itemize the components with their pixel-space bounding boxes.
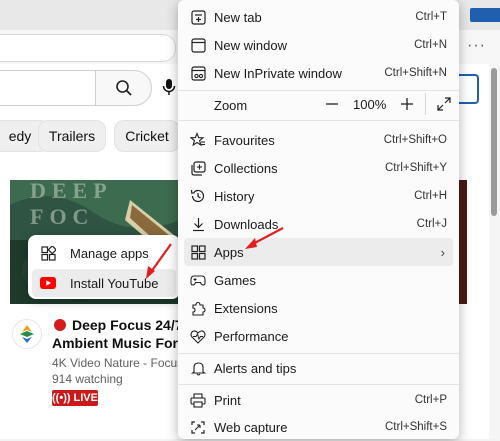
print-icon (188, 390, 208, 410)
menu-item-extensions[interactable]: Extensions (184, 294, 453, 322)
zoom-label: Zoom (214, 97, 248, 113)
menu-item-performance[interactable]: Performance (184, 322, 453, 350)
browser-settings-menu: New tab Ctrl+T New window Ctrl+N New InP… (178, 0, 459, 439)
zoom-out-button[interactable] (322, 94, 342, 114)
menu-item-shortcut: Ctrl+Shift+S (385, 421, 447, 433)
microphone-icon[interactable] (160, 78, 178, 96)
apps-icon (188, 242, 208, 262)
menu-item-label: Performance (214, 328, 289, 344)
tab-strip-accent (470, 8, 500, 22)
plus-icon (401, 98, 413, 110)
zoom-in-button[interactable] (397, 94, 417, 114)
page-scrollbar[interactable] (489, 64, 500, 439)
youtube-icon (38, 277, 58, 289)
zoom-level: 100% (353, 97, 387, 112)
youtube-create-button[interactable] (457, 74, 479, 104)
menu-item-new-inprivate-window[interactable]: New InPrivate window Ctrl+Shift+N (184, 59, 453, 87)
video-title[interactable]: Deep Focus 24/7 - (72, 316, 191, 334)
menu-item-label: Apps (214, 244, 244, 260)
search-icon (115, 80, 132, 96)
menu-divider (178, 120, 459, 121)
filter-chips: edy Trailers Cricket (0, 120, 180, 152)
menu-item-label: Downloads (214, 216, 279, 232)
youtube-search-button[interactable] (95, 70, 152, 106)
menu-item-label: Alerts and tips (214, 360, 297, 376)
menu-item-shortcut: Ctrl+Shift+O (383, 134, 447, 146)
scrollbar-thumb[interactable] (491, 68, 497, 216)
games-icon (188, 270, 208, 290)
menu-item-label: Print (214, 392, 241, 408)
menu-item-label: Favourites (214, 132, 275, 148)
menu-item-label: New tab (214, 9, 262, 25)
manage-apps-label: Manage apps (70, 245, 149, 261)
menu-item-shortcut: Ctrl+Shift+N (384, 67, 447, 79)
performance-icon (188, 326, 208, 346)
collections-icon (188, 158, 208, 178)
menu-item-label: History (214, 188, 255, 204)
chip-cricket[interactable]: Cricket (114, 120, 180, 152)
browser-more-button[interactable]: ··· (467, 37, 486, 55)
menu-item-label: Web capture (214, 419, 288, 435)
menu-item-web-capture[interactable]: Web capture Ctrl+Shift+S (184, 413, 453, 441)
live-badge: ((•)) LIVE (52, 390, 98, 406)
menu-item-alerts-and-tips[interactable]: Alerts and tips (184, 354, 453, 382)
live-indicator-icon (54, 319, 66, 331)
star-icon (188, 130, 208, 150)
broadcast-icon: ((•)) (52, 392, 71, 404)
menu-item-shortcut: Ctrl+N (414, 39, 447, 51)
channel-avatar[interactable] (12, 319, 42, 349)
menu-item-shortcut: Ctrl+Shift+Y (385, 162, 447, 174)
zoom-divider (425, 93, 426, 115)
manage-apps-item[interactable]: Manage apps (32, 239, 176, 267)
menu-item-new-tab[interactable]: New tab Ctrl+T (184, 3, 453, 31)
menu-item-apps[interactable]: Apps › (184, 238, 453, 266)
apps-grid-icon (38, 245, 58, 261)
menu-item-shortcut: Ctrl+H (414, 190, 447, 202)
extensions-icon (188, 298, 208, 318)
menu-item-label: Collections (214, 160, 278, 176)
fullscreen-icon (437, 97, 451, 111)
menu-divider (178, 384, 459, 385)
minus-icon (326, 103, 338, 105)
fullscreen-button[interactable] (434, 94, 454, 114)
address-bar[interactable] (0, 34, 176, 62)
web-capture-icon (188, 417, 208, 437)
menu-item-shortcut: Ctrl+J (416, 218, 447, 230)
new-window-icon (188, 35, 208, 55)
menu-item-print[interactable]: Print Ctrl+P (184, 386, 453, 414)
install-youtube-item[interactable]: Install YouTube (32, 269, 176, 297)
chevron-right-icon: › (440, 244, 445, 260)
install-youtube-label: Install YouTube (70, 275, 159, 291)
history-icon (188, 186, 208, 206)
menu-item-games[interactable]: Games (184, 266, 453, 294)
thumbnail-text: DEEP FOC (30, 180, 112, 229)
bell-icon (188, 358, 208, 378)
menu-item-shortcut: Ctrl+P (414, 394, 447, 406)
new-tab-icon (188, 7, 208, 27)
viewer-count: 914 watching (52, 372, 123, 386)
download-icon (188, 214, 208, 234)
menu-item-shortcut: Ctrl+T (415, 11, 447, 23)
zoom-row: Zoom 100% (184, 91, 453, 119)
youtube-search-input[interactable] (0, 70, 95, 106)
inprivate-icon (188, 63, 208, 83)
menu-item-label: New InPrivate window (214, 65, 342, 81)
menu-item-favourites[interactable]: Favourites Ctrl+Shift+O (184, 126, 453, 154)
menu-item-new-window[interactable]: New window Ctrl+N (184, 31, 453, 59)
apps-submenu: Manage apps Install YouTube (28, 235, 180, 299)
menu-item-collections[interactable]: Collections Ctrl+Shift+Y (184, 154, 453, 182)
menu-item-history[interactable]: History Ctrl+H (184, 182, 453, 210)
menu-item-label: Extensions (214, 300, 278, 316)
live-badge-label: LIVE (73, 392, 98, 404)
chip-trailers[interactable]: Trailers (38, 120, 106, 152)
menu-item-label: New window (214, 37, 287, 53)
menu-item-downloads[interactable]: Downloads Ctrl+J (184, 210, 453, 238)
menu-item-label: Games (214, 272, 256, 288)
